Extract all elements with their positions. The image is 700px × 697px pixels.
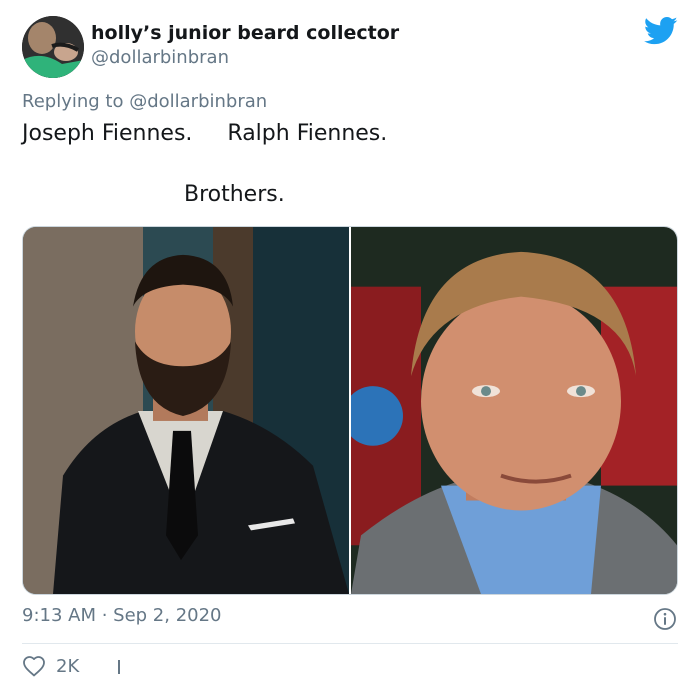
- display-name[interactable]: holly’s junior beard collector: [91, 22, 399, 44]
- reply-mention-link[interactable]: @dollarbinbran: [129, 91, 267, 112]
- reply-count-fragment: [118, 660, 120, 674]
- replying-to: Replying to @dollarbinbran: [22, 91, 267, 112]
- replying-to-prefix: Replying to: [22, 91, 130, 112]
- user-handle[interactable]: @dollarbinbran: [91, 47, 229, 68]
- photo-joseph-fiennes[interactable]: [23, 227, 349, 594]
- divider: [22, 643, 678, 644]
- avatar[interactable]: [22, 16, 84, 78]
- tweet-text-line1: Joseph Fiennes. Ralph Fiennes.: [22, 121, 388, 146]
- info-icon[interactable]: [653, 607, 677, 631]
- tweet-text-line2: Brothers.: [184, 182, 285, 207]
- like-count: 2K: [56, 655, 80, 677]
- photo-ralph-fiennes[interactable]: [351, 227, 677, 594]
- like-button[interactable]: 2K: [22, 655, 79, 677]
- tweet-media: [22, 226, 678, 595]
- tweet-timestamp[interactable]: 9:13 AM · Sep 2, 2020: [22, 605, 222, 626]
- twitter-bird-icon[interactable]: [644, 16, 678, 46]
- heart-icon: [23, 656, 45, 677]
